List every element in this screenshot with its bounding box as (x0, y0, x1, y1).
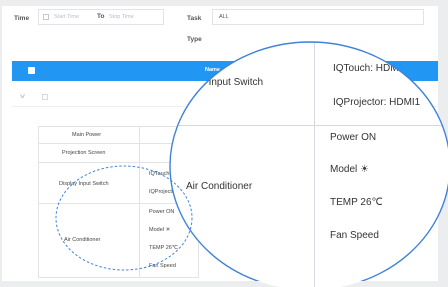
magnifier-ring (169, 41, 448, 281)
annotation-overlay (55, 41, 448, 281)
